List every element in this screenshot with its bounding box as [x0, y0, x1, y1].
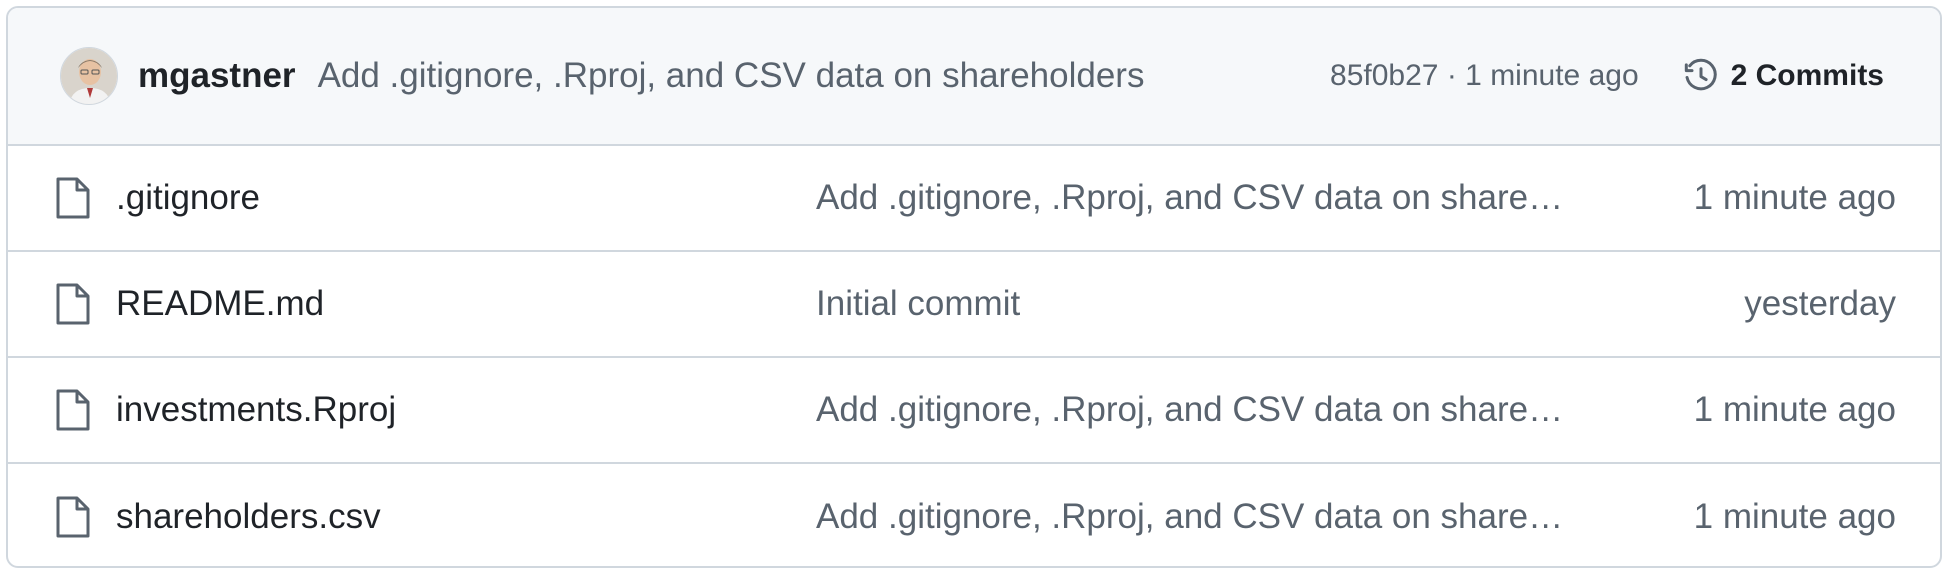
file-name-link[interactable]: README.md: [116, 284, 816, 324]
file-row[interactable]: investments.Rproj Add .gitignore, .Rproj…: [8, 358, 1940, 464]
file-list-box: mgastner Add .gitignore, .Rproj, and CSV…: [6, 6, 1942, 568]
file-icon: [54, 176, 92, 220]
file-commit-message-link[interactable]: Add .gitignore, .Rproj, and CSV data on …: [816, 178, 1576, 218]
history-icon: [1684, 58, 1717, 91]
file-name-link[interactable]: .gitignore: [116, 178, 816, 218]
file-row[interactable]: README.md Initial commit yesterday: [8, 252, 1940, 358]
commit-time: 1 minute ago: [1465, 59, 1639, 92]
commit-author-link[interactable]: mgastner: [138, 56, 296, 96]
file-icon: [54, 282, 92, 326]
commit-meta: 85f0b27 · 1 minute ago: [1330, 59, 1639, 93]
file-icon: [54, 388, 92, 432]
file-commit-time: yesterday: [1744, 284, 1896, 323]
file-commit-time: 1 minute ago: [1693, 390, 1896, 429]
commits-history-link[interactable]: 2 Commits: [1683, 58, 1884, 94]
file-row[interactable]: shareholders.csv Add .gitignore, .Rproj,…: [8, 464, 1940, 566]
file-commit-message-link[interactable]: Add .gitignore, .Rproj, and CSV data on …: [816, 497, 1576, 537]
author-avatar[interactable]: [60, 47, 118, 105]
file-name-link[interactable]: investments.Rproj: [116, 390, 816, 430]
file-row[interactable]: .gitignore Add .gitignore, .Rproj, and C…: [8, 146, 1940, 252]
avatar-photo-icon: [61, 48, 117, 104]
file-commit-time: 1 minute ago: [1693, 497, 1896, 536]
latest-commit-header: mgastner Add .gitignore, .Rproj, and CSV…: [8, 8, 1940, 146]
meta-separator: ·: [1438, 59, 1466, 92]
latest-commit-message-link[interactable]: Add .gitignore, .Rproj, and CSV data on …: [318, 56, 1145, 96]
commits-count: 2 Commits: [1730, 59, 1884, 92]
file-commit-message-link[interactable]: Add .gitignore, .Rproj, and CSV data on …: [816, 390, 1576, 430]
commit-sha-link[interactable]: 85f0b27: [1330, 59, 1438, 92]
file-commit-message-link[interactable]: Initial commit: [816, 284, 1576, 324]
file-commit-time: 1 minute ago: [1693, 178, 1896, 217]
file-icon: [54, 495, 92, 539]
file-name-link[interactable]: shareholders.csv: [116, 497, 816, 537]
